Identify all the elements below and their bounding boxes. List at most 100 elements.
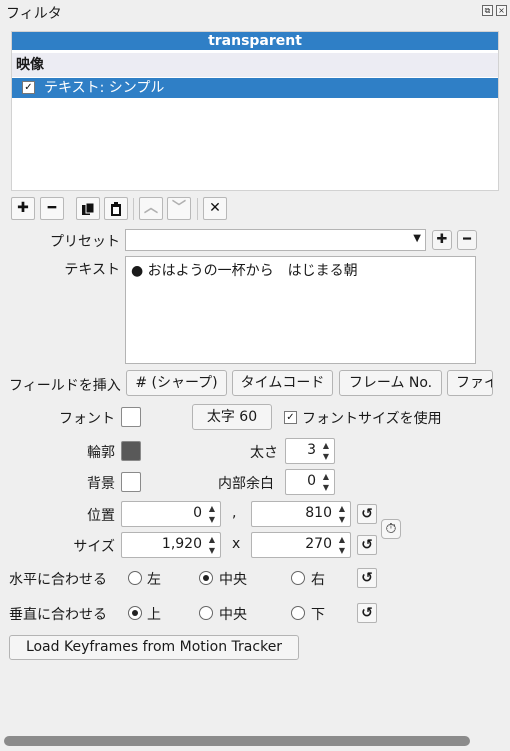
outline-color-swatch[interactable] [121, 441, 141, 461]
size-width-spinbox[interactable]: 1,920 ▲ ▼ [121, 532, 221, 558]
v-align-top-label: 上 [147, 607, 161, 623]
position-y-value: 810 [305, 505, 332, 521]
preset-combo[interactable]: ▼ [125, 229, 426, 251]
text-editor[interactable]: ● おはようの一杯から はじまる朝 [125, 256, 476, 364]
copy-filter-button[interactable] [76, 197, 100, 220]
size-height-value: 270 [305, 536, 332, 552]
delete-preset-button[interactable]: ━ [457, 230, 477, 250]
spin-up-icon[interactable]: ▲ [336, 504, 348, 514]
reset-v-align-button[interactable]: ↺ [357, 603, 377, 623]
filter-item[interactable]: ✓ テキスト: シンプル [12, 78, 498, 98]
font-button[interactable]: 太字 60 [192, 404, 272, 430]
position-x-spinbox[interactable]: 0 ▲ ▼ [121, 501, 221, 527]
copy-icon [82, 202, 95, 215]
float-icon[interactable]: ⧉ [482, 5, 493, 16]
move-up-icon: ︿ [144, 200, 158, 216]
filter-enabled-checkbox[interactable]: ✓ [22, 81, 35, 94]
stopwatch-icon: ⏱ [385, 521, 397, 537]
v-align-center-label: 中央 [219, 607, 247, 623]
h-align-left-radio[interactable] [128, 571, 142, 585]
h-align-center-radio[interactable] [199, 571, 213, 585]
undo-icon: ↺ [361, 570, 373, 586]
filter-list-header: transparent [12, 32, 498, 50]
background-color-swatch[interactable] [121, 472, 141, 492]
h-align-left-label: 左 [147, 572, 161, 588]
spin-up-icon[interactable]: ▲ [336, 535, 348, 545]
paste-filter-button[interactable] [104, 197, 128, 220]
text-editor-value: ● おはようの一杯から はじまる朝 [131, 263, 358, 279]
paste-icon [111, 202, 121, 216]
undo-icon: ↺ [361, 537, 373, 553]
window-title: フィルタ [6, 6, 62, 22]
load-keyframes-button[interactable]: Load Keyframes from Motion Tracker [9, 635, 299, 660]
save-preset-button[interactable]: ✚ [432, 230, 452, 250]
move-up-button[interactable]: ︿ [139, 197, 163, 220]
position-separator: , [232, 505, 237, 521]
toolbar-separator [133, 198, 134, 220]
spin-up-icon[interactable]: ▲ [320, 441, 332, 451]
spin-down-icon[interactable]: ▼ [336, 546, 348, 556]
padding-label: 内部余白 [218, 476, 274, 492]
keyframes-button[interactable]: ⏱ [381, 519, 401, 539]
chevron-down-icon: ▼ [413, 233, 421, 244]
size-label: サイズ [73, 539, 115, 555]
spin-down-icon[interactable]: ▼ [320, 452, 332, 462]
h-align-right-radio[interactable] [291, 571, 305, 585]
padding-spinbox[interactable]: 0 ▲ ▼ [285, 469, 335, 495]
remove-icon: ━ [463, 232, 471, 247]
filter-item-label: テキスト: シンプル [44, 80, 165, 96]
position-y-spinbox[interactable]: 810 ▲ ▼ [251, 501, 351, 527]
reset-size-button[interactable]: ↺ [357, 535, 377, 555]
size-width-value: 1,920 [161, 536, 202, 552]
remove-filter-button[interactable]: ━ [40, 197, 64, 220]
spin-down-icon[interactable]: ▼ [206, 515, 218, 525]
text-label: テキスト [64, 262, 120, 278]
v-align-center-radio[interactable] [199, 606, 213, 620]
v-align-top-radio[interactable] [128, 606, 142, 620]
toolbar-separator [197, 198, 198, 220]
insert-file-button[interactable]: ファイ [447, 370, 493, 396]
use-font-size-checkbox[interactable]: ✓ [284, 411, 297, 424]
thickness-value: 3 [307, 442, 316, 458]
add-filter-button[interactable]: ✚ [11, 197, 35, 220]
spin-up-icon[interactable]: ▲ [206, 504, 218, 514]
size-separator: x [232, 536, 241, 552]
deselect-filter-button[interactable]: ✕ [203, 197, 227, 220]
v-align-bottom-radio[interactable] [291, 606, 305, 620]
move-down-button[interactable]: ﹀ [167, 197, 191, 220]
spin-down-icon[interactable]: ▼ [336, 515, 348, 525]
close-window-icon[interactable]: × [496, 5, 507, 16]
insert-field-label: フィールドを挿入 [9, 378, 121, 394]
font-color-swatch[interactable] [121, 407, 141, 427]
use-font-size-label: フォントサイズを使用 [302, 411, 442, 427]
h-align-right-label: 右 [311, 572, 325, 588]
insert-hash-button[interactable]: # (シャープ) [126, 370, 227, 396]
undo-icon: ↺ [361, 506, 373, 522]
background-label: 背景 [87, 476, 115, 492]
outline-label: 輪郭 [87, 445, 115, 461]
spin-up-icon[interactable]: ▲ [320, 472, 332, 482]
filter-list: transparent 映像 ✓ テキスト: シンプル [11, 31, 499, 191]
remove-icon: ━ [47, 200, 57, 216]
reset-position-button[interactable]: ↺ [357, 504, 377, 524]
add-icon: ✚ [436, 232, 448, 247]
thickness-spinbox[interactable]: 3 ▲ ▼ [285, 438, 335, 464]
add-icon: ✚ [17, 200, 29, 216]
insert-frame-number-button[interactable]: フレーム No. [339, 370, 442, 396]
spin-up-icon[interactable]: ▲ [206, 535, 218, 545]
scrollbar-thumb[interactable] [4, 736, 470, 746]
preset-label: プリセット [50, 234, 120, 250]
font-label: フォント [59, 411, 115, 427]
insert-timecode-button[interactable]: タイムコード [232, 370, 333, 396]
v-align-label: 垂直に合わせる [9, 607, 107, 623]
thickness-label: 太さ [250, 445, 278, 461]
position-label: 位置 [87, 508, 115, 524]
close-icon: ✕ [209, 200, 221, 216]
padding-value: 0 [307, 473, 316, 489]
spin-down-icon[interactable]: ▼ [206, 546, 218, 556]
position-x-value: 0 [193, 505, 202, 521]
v-align-bottom-label: 下 [311, 607, 325, 623]
spin-down-icon[interactable]: ▼ [320, 483, 332, 493]
size-height-spinbox[interactable]: 270 ▲ ▼ [251, 532, 351, 558]
reset-h-align-button[interactable]: ↺ [357, 568, 377, 588]
